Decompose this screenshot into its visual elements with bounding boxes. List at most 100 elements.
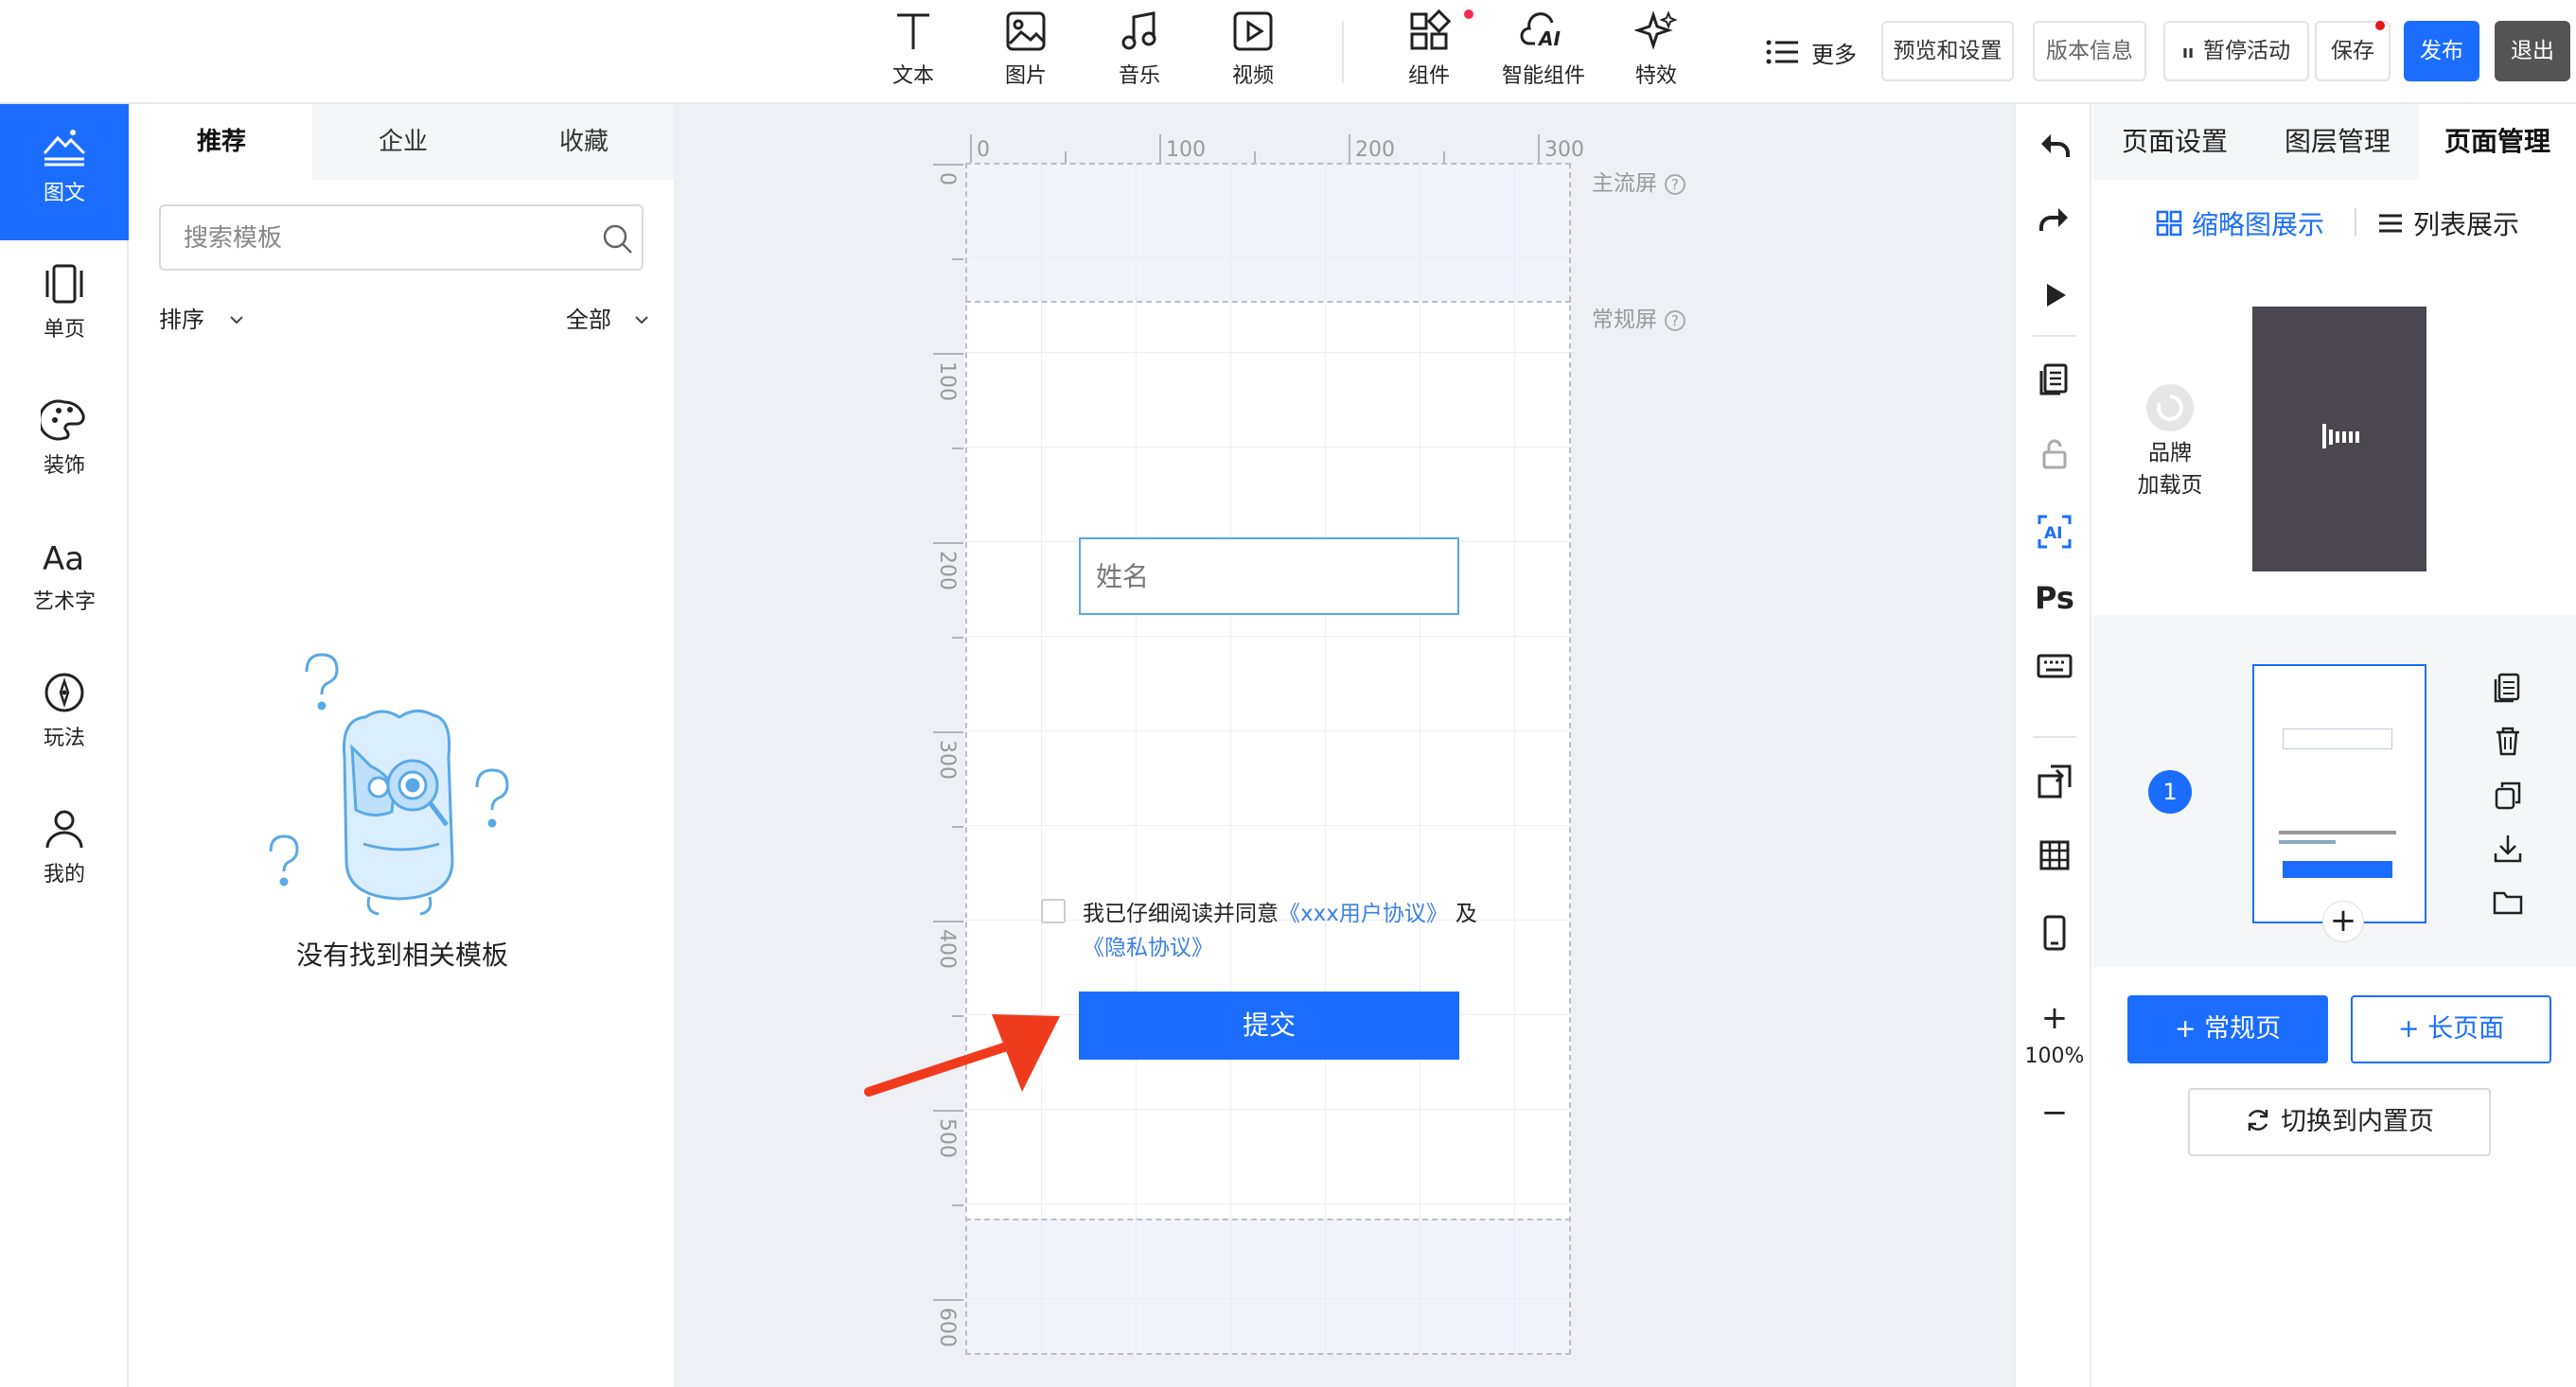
components-tool[interactable]: 组件: [1377, 9, 1481, 97]
photoshop-import-button[interactable]: Ps: [2016, 570, 2093, 626]
effects-tool[interactable]: 特效: [1604, 9, 1708, 97]
nav-label: 玩法: [43, 727, 85, 750]
preview-settings-button[interactable]: 预览和设置: [1881, 21, 2014, 81]
search-input[interactable]: [184, 218, 581, 259]
tab-enterprise[interactable]: 企业: [312, 104, 494, 180]
keyboard-button[interactable]: [2016, 640, 2093, 696]
replace-button[interactable]: [2016, 753, 2093, 810]
logo-bars-icon: [2322, 424, 2359, 448]
help-icon[interactable]: ?: [1665, 174, 1685, 195]
nav-item-single-page[interactable]: 单页: [0, 240, 129, 377]
zoom-level: 100%: [2024, 1045, 2085, 1068]
normal-screen-top-line: [965, 301, 1571, 303]
add-normal-page-button[interactable]: + 常规页: [2127, 995, 2328, 1063]
nav-item-decoration[interactable]: 装饰: [0, 377, 129, 513]
tab-page-settings[interactable]: 页面设置: [2093, 104, 2256, 180]
duplicate-icon[interactable]: [2491, 780, 2525, 812]
keyboard-icon: [2037, 654, 2073, 678]
nav-item-mine[interactable]: 我的: [0, 785, 129, 922]
unsaved-dot: [2375, 21, 2385, 30]
nav-label: 单页: [43, 318, 85, 342]
save-label: 保存: [2331, 39, 2374, 63]
swap-page-icon: [2038, 764, 2072, 799]
video-tool[interactable]: 视频: [1201, 9, 1305, 97]
publish-button[interactable]: 发布: [2404, 21, 2479, 81]
text-tool[interactable]: 文本: [861, 9, 965, 97]
page-thumbnail[interactable]: [2252, 664, 2426, 923]
switch-builtin-page-button[interactable]: 切换到内置页: [2188, 1088, 2491, 1156]
trash-icon[interactable]: [2491, 725, 2525, 757]
template-search: [159, 204, 644, 271]
image-tool[interactable]: 图片: [974, 9, 1078, 97]
ai-tool-button[interactable]: AI: [2016, 503, 2093, 560]
main-screen-text: 主流屏: [1592, 171, 1657, 196]
nav-item-art-text[interactable]: Aa 艺术字: [0, 513, 129, 649]
compass-icon: [44, 673, 84, 712]
undo-button[interactable]: [2016, 119, 2093, 176]
ruler-label: 400: [935, 929, 959, 969]
nav-item-gameplay[interactable]: 玩法: [0, 649, 129, 785]
zoom-in-button[interactable]: +: [2016, 992, 2093, 1048]
chevron-down-icon: [634, 316, 648, 325]
ai-label: AI: [2044, 524, 2062, 543]
more-label: 更多: [1811, 42, 1857, 68]
insert-page-button[interactable]: +: [2322, 901, 2364, 942]
music-tool[interactable]: 音乐: [1087, 9, 1191, 97]
sort-dropdown[interactable]: 排序: [159, 301, 244, 334]
copy-page-icon[interactable]: [2491, 672, 2525, 704]
pause-label: 暂停活动: [2203, 39, 2291, 63]
page-number-badge: 1: [2148, 770, 2192, 814]
download-icon[interactable]: [2491, 833, 2525, 865]
vertical-ruler: 0 100 200 300 400 500 600: [931, 163, 965, 1355]
help-icon[interactable]: ?: [1665, 310, 1685, 331]
save-button[interactable]: 保存: [2315, 21, 2391, 81]
pause-icon: ıı: [2181, 43, 2195, 62]
undo-icon: [2041, 134, 2070, 157]
ai-component-icon: AI: [1520, 12, 1561, 50]
tab-page-management[interactable]: 页面管理: [2419, 104, 2576, 180]
list-view-label: 列表展示: [2413, 209, 2520, 240]
text-tool-label: 文本: [891, 64, 934, 88]
play-icon: [2047, 284, 2066, 307]
single-page-icon: [45, 264, 83, 304]
search-icon[interactable]: [602, 223, 634, 255]
thumbnail-view-label: 缩略图展示: [2192, 209, 2325, 240]
lock-button[interactable]: [2016, 428, 2093, 484]
page-copy-button[interactable]: [2016, 352, 2093, 409]
svg-text:Aa: Aa: [43, 540, 84, 577]
loading-page-thumbnail[interactable]: [2252, 307, 2426, 571]
redo-button[interactable]: [2016, 193, 2093, 250]
play-button[interactable]: [2016, 269, 2093, 325]
ai-component-tool-label: 智能组件: [1501, 64, 1585, 88]
grid-icon: [2039, 840, 2070, 870]
pause-activity-button[interactable]: ıı 暂停活动: [2163, 21, 2309, 81]
list-view-toggle[interactable]: 列表展示: [2377, 204, 2519, 242]
normal-screen-bottom-line: [965, 1219, 1571, 1220]
loading-page-toggle[interactable]: [2146, 384, 2194, 431]
music-icon: [1121, 11, 1156, 50]
ruler-label: 100: [935, 361, 959, 401]
list-view-icon: [2379, 214, 2402, 233]
tab-layer-management[interactable]: 图层管理: [2256, 104, 2419, 180]
device-preview-button[interactable]: [2016, 904, 2093, 961]
thumbnail-view-toggle[interactable]: 缩略图展示: [2156, 204, 2324, 242]
grid-toggle-button[interactable]: [2016, 829, 2093, 886]
folder-icon[interactable]: [2491, 886, 2525, 918]
tab-favorites[interactable]: 收藏: [494, 104, 674, 180]
zoom-out-button[interactable]: −: [2016, 1086, 2093, 1143]
tab-recommend[interactable]: 推荐: [131, 104, 312, 180]
nav-item-graphic[interactable]: 图文: [0, 104, 129, 240]
ai-component-tool[interactable]: AI 智能组件: [1491, 9, 1597, 97]
video-icon: [1233, 11, 1273, 51]
filter-dropdown[interactable]: 全部: [566, 301, 649, 334]
version-info-button[interactable]: 版本信息: [2033, 21, 2146, 81]
art-text-icon: Aa: [43, 540, 84, 577]
nav-label: 装饰: [43, 454, 85, 478]
exit-button[interactable]: 退出: [2495, 21, 2570, 81]
loading-page-label-2: 加载页: [2137, 473, 2203, 498]
toolbar-divider: [1342, 21, 1344, 83]
ruler-label: 200: [935, 551, 959, 590]
loading-page-label: 品牌 加载页: [2118, 437, 2222, 501]
add-long-page-button[interactable]: + 长页面: [2351, 995, 2551, 1063]
ruler-ticks: [970, 134, 1540, 163]
